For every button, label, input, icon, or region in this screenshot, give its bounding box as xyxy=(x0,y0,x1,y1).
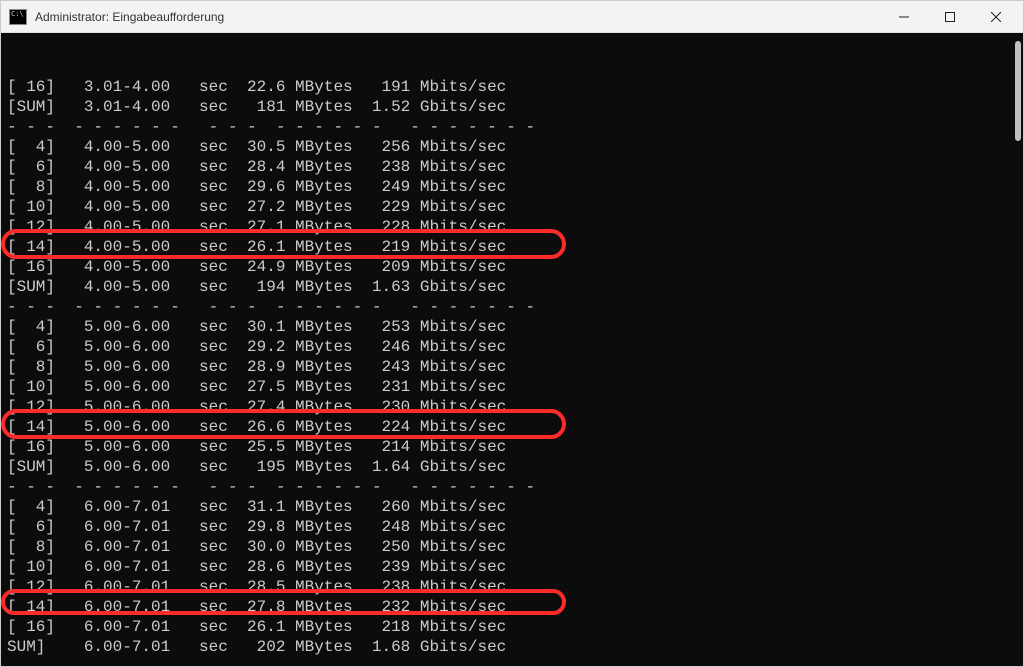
iperf-sum-row: [SUM] 5.00-6.00 sec 195 MBytes 1.64 Gbit… xyxy=(7,457,1023,477)
iperf-stream-row: [ 8] 4.00-5.00 sec 29.6 MBytes 249 Mbits… xyxy=(7,177,1023,197)
iperf-stream-row: [ 12] 5.00-6.00 sec 27.4 MBytes 230 Mbit… xyxy=(7,397,1023,417)
iperf-stream-row: [ 14] 5.00-6.00 sec 26.6 MBytes 224 Mbit… xyxy=(7,417,1023,437)
iperf-stream-row: [ 6] 5.00-6.00 sec 29.2 MBytes 246 Mbits… xyxy=(7,337,1023,357)
iperf-stream-row: [ 4] 4.00-5.00 sec 30.5 MBytes 256 Mbits… xyxy=(7,137,1023,157)
iperf-stream-row: [ 14] 6.00-7.01 sec 27.8 MBytes 232 Mbit… xyxy=(7,597,1023,617)
cmd-icon xyxy=(9,9,27,25)
iperf-stream-row: [ 8] 6.00-7.01 sec 30.0 MBytes 250 Mbits… xyxy=(7,537,1023,557)
separator-line: - - - - - - - - - - - - - - - - - - - - … xyxy=(7,477,1023,497)
separator-line: - - - - - - - - - - - - - - - - - - - - … xyxy=(7,297,1023,317)
iperf-stream-row: [ 10] 6.00-7.01 sec 28.6 MBytes 239 Mbit… xyxy=(7,557,1023,577)
command-prompt-window: Administrator: Eingabeaufforderung [ 16]… xyxy=(0,0,1024,667)
iperf-stream-row: [ 12] 4.00-5.00 sec 27.1 MBytes 228 Mbit… xyxy=(7,217,1023,237)
iperf-sum-row: [SUM] 3.01-4.00 sec 181 MBytes 1.52 Gbit… xyxy=(7,97,1023,117)
iperf-sum-row: [SUM] 4.00-5.00 sec 194 MBytes 1.63 Gbit… xyxy=(7,277,1023,297)
iperf-stream-row: [ 16] 5.00-6.00 sec 25.5 MBytes 214 Mbit… xyxy=(7,437,1023,457)
window-title: Administrator: Eingabeaufforderung xyxy=(35,10,881,24)
iperf-stream-row: [ 8] 5.00-6.00 sec 28.9 MBytes 243 Mbits… xyxy=(7,357,1023,377)
iperf-stream-row: [ 10] 4.00-5.00 sec 27.2 MBytes 229 Mbit… xyxy=(7,197,1023,217)
iperf-sum-row: SUM] 6.00-7.01 sec 202 MBytes 1.68 Gbits… xyxy=(7,637,1023,657)
iperf-stream-row: [ 16] 4.00-5.00 sec 24.9 MBytes 209 Mbit… xyxy=(7,257,1023,277)
iperf-stream-row: [ 6] 4.00-5.00 sec 28.4 MBytes 238 Mbits… xyxy=(7,157,1023,177)
terminal-output[interactable]: [ 16] 3.01-4.00 sec 22.6 MBytes 191 Mbit… xyxy=(1,33,1023,666)
iperf-stream-row: [ 6] 6.00-7.01 sec 29.8 MBytes 248 Mbits… xyxy=(7,517,1023,537)
titlebar[interactable]: Administrator: Eingabeaufforderung xyxy=(1,1,1023,33)
iperf-stream-row: [ 4] 5.00-6.00 sec 30.1 MBytes 253 Mbits… xyxy=(7,317,1023,337)
maximize-button[interactable] xyxy=(927,1,973,33)
vertical-scrollbar[interactable] xyxy=(1015,41,1021,141)
minimize-button[interactable] xyxy=(881,1,927,33)
window-controls xyxy=(881,1,1019,32)
iperf-stream-row: [ 12] 6.00-7.01 sec 28.5 MBytes 238 Mbit… xyxy=(7,577,1023,597)
separator-line: - - - - - - - - - - - - - - - - - - - - … xyxy=(7,117,1023,137)
iperf-stream-row: [ 14] 4.00-5.00 sec 26.1 MBytes 219 Mbit… xyxy=(7,237,1023,257)
iperf-stream-row: [ 10] 5.00-6.00 sec 27.5 MBytes 231 Mbit… xyxy=(7,377,1023,397)
close-button[interactable] xyxy=(973,1,1019,33)
iperf-stream-row: [ 16] 3.01-4.00 sec 22.6 MBytes 191 Mbit… xyxy=(7,77,1023,97)
iperf-stream-row: [ 4] 6.00-7.01 sec 31.1 MBytes 260 Mbits… xyxy=(7,497,1023,517)
iperf-stream-row: [ 16] 6.00-7.01 sec 26.1 MBytes 218 Mbit… xyxy=(7,617,1023,637)
